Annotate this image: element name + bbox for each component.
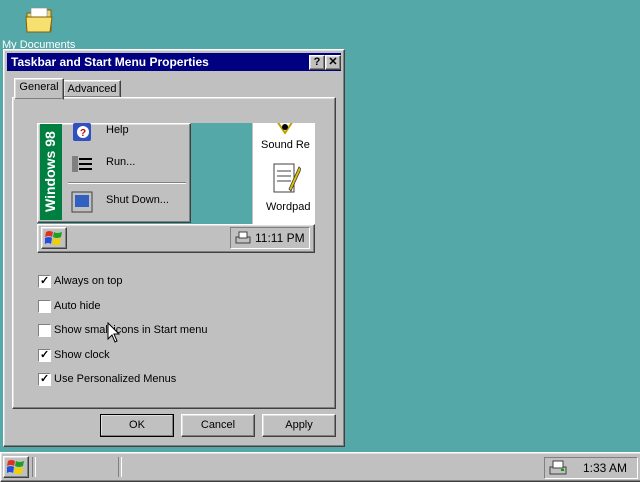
taskbar-properties-dialog: Taskbar and Start Menu Properties ? ✕ Ge… [3, 49, 345, 447]
preview-system-tray: 11:11 PM [230, 227, 310, 249]
checkbox-label[interactable]: Auto hide [54, 300, 100, 312]
menu-item-run: Run... [68, 152, 186, 176]
checkbox-label[interactable]: Show small icons in Start menu [54, 324, 207, 336]
checkbox[interactable] [38, 324, 51, 337]
tab-panel-general: Windows 98 ? Help Run... Shut Down... So… [12, 97, 336, 409]
menu-item-help: ? Help [68, 123, 186, 144]
checkbox-label[interactable]: Always on top [54, 275, 122, 287]
printer-icon[interactable] [549, 460, 567, 476]
checkbox-label[interactable]: Use Personalized Menus [54, 373, 176, 385]
dialog-title: Taskbar and Start Menu Properties [11, 55, 209, 69]
clock[interactable]: 1:33 AM [583, 461, 627, 475]
close-button[interactable]: ✕ [325, 55, 341, 70]
system-tray: 1:33 AM [544, 457, 638, 479]
preview-desktop-icons: Sound Re Wordpad [252, 123, 315, 229]
taskbar-preview: Windows 98 ? Help Run... Shut Down... So… [37, 123, 315, 253]
wordpad-icon [273, 163, 301, 193]
help-book-icon: ? [73, 123, 91, 141]
checkbox-label[interactable]: Show clock [54, 349, 110, 361]
help-button[interactable]: ? [309, 55, 325, 70]
checkbox[interactable]: ✓ [38, 275, 51, 288]
svg-text:?: ? [80, 128, 86, 139]
taskbar: 1:33 AM [0, 452, 640, 482]
checkbox[interactable]: ✓ [38, 349, 51, 362]
menu-item-label: Shut Down... [106, 194, 169, 206]
preview-taskbar: 11:11 PM [37, 224, 315, 253]
explorer-item-label: Wordpad [266, 201, 311, 213]
preview-clock: 11:11 PM [255, 231, 305, 245]
checkbox[interactable]: ✓ [38, 373, 51, 386]
cancel-button[interactable]: Cancel [181, 414, 255, 437]
taskbar-divider [32, 457, 36, 477]
checkmark-icon: ✓ [40, 349, 50, 361]
taskbar-divider [118, 457, 122, 477]
checkbox[interactable] [38, 300, 51, 313]
checkmark-icon: ✓ [40, 275, 50, 287]
preview-start-button [41, 227, 67, 249]
windows-logo-icon [7, 460, 24, 474]
ok-button[interactable]: OK [100, 414, 174, 437]
title-bar[interactable]: Taskbar and Start Menu Properties ? ✕ [7, 53, 341, 71]
windows-logo-icon [45, 231, 62, 245]
menu-separator [68, 182, 186, 184]
printer-icon [235, 231, 251, 244]
checkmark-icon: ✓ [40, 373, 50, 385]
start-menu-banner: Windows 98 [40, 124, 62, 220]
start-button[interactable] [3, 456, 29, 478]
mouse-cursor-icon [107, 322, 121, 343]
tab-advanced-label: Advanced [67, 83, 117, 95]
sound-recorder-icon [277, 123, 293, 135]
folder-icon [25, 7, 53, 33]
tab-general[interactable]: General [14, 78, 64, 100]
banner-text: Windows 98 [42, 131, 58, 212]
shutdown-icon [71, 191, 93, 213]
explorer-item-label: Sound Re [261, 139, 310, 151]
run-icon [72, 156, 92, 172]
preview-start-menu: Windows 98 ? Help Run... Shut Down... [37, 123, 191, 223]
tab-general-label: General [19, 81, 59, 93]
menu-item-label: Run... [106, 156, 136, 168]
menu-item-label: Help [106, 124, 129, 136]
apply-button[interactable]: Apply [262, 414, 336, 437]
menu-item-shutdown: Shut Down... [68, 190, 186, 214]
tab-advanced[interactable]: Advanced [63, 80, 121, 98]
